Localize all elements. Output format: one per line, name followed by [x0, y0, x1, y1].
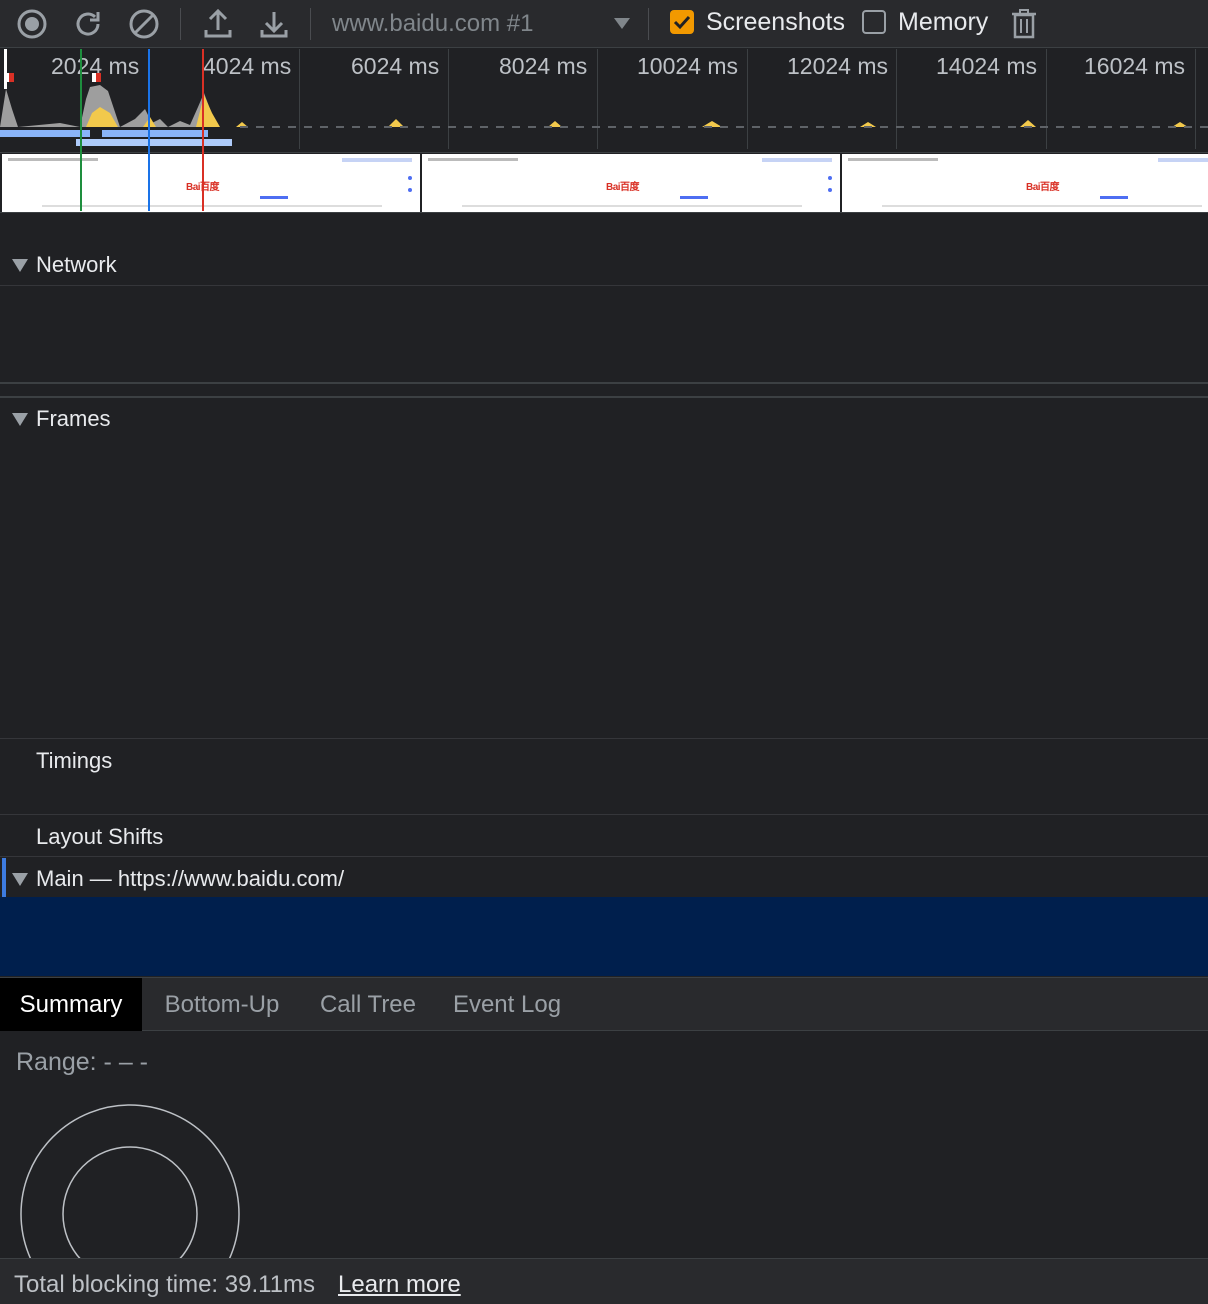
screenshots-strip[interactable]: Bai百度 Bai百度 Bai百度 [0, 152, 1208, 212]
dcl-marker [80, 49, 82, 211]
divider [0, 396, 1208, 398]
divider [0, 856, 1208, 857]
fcp-marker [202, 49, 204, 211]
summary-range: Range: - – - [16, 1048, 149, 1076]
memory-checkbox[interactable] [862, 10, 886, 34]
tab-summary[interactable]: Summary [0, 978, 142, 1031]
details-tabbar: Summary Bottom-Up Call Tree Event Log [0, 977, 1208, 1031]
timings-track-label: Timings [36, 748, 113, 773]
toolbar-divider [180, 8, 181, 40]
trash-icon[interactable] [1004, 4, 1044, 44]
screenshot-thumbnail[interactable]: Bai百度 [840, 154, 1208, 212]
screenshot-thumbnail[interactable]: Bai百度 [420, 154, 840, 212]
network-bar [76, 139, 232, 146]
main-track-label: Main — https://www.baidu.com/ [36, 866, 345, 891]
download-icon[interactable] [254, 4, 294, 44]
reload-icon[interactable] [68, 4, 108, 44]
frames-track-label: Frames [36, 406, 111, 431]
learn-more-link[interactable]: Learn more [338, 1271, 461, 1299]
cpu-graph-scripting [388, 119, 404, 127]
layout-shifts-track-header[interactable]: Layout Shifts [0, 820, 1208, 854]
divider [0, 382, 1208, 384]
tab-event-log[interactable]: Event Log [434, 978, 580, 1031]
main-track-content[interactable] [0, 897, 1208, 976]
checkmark-icon [673, 15, 691, 30]
cpu-activity-graph [0, 49, 1208, 146]
memory-label[interactable]: Memory [898, 8, 988, 37]
layout-shifts-track-label: Layout Shifts [36, 824, 164, 849]
main-track-header[interactable]: Main — https://www.baidu.com/ [0, 862, 1208, 896]
divider [0, 285, 1208, 286]
target-select[interactable]: www.baidu.com #1 [322, 6, 638, 42]
summary-pie-chart [20, 1104, 240, 1260]
pie-inner-ring [62, 1146, 198, 1260]
triangle-expanded-icon[interactable] [12, 259, 28, 272]
record-icon[interactable] [12, 4, 52, 44]
toolbar-divider [648, 8, 649, 40]
upload-icon[interactable] [198, 4, 238, 44]
toolbar: www.baidu.com #1 Screenshots Memory [0, 0, 1208, 48]
target-select-value: www.baidu.com #1 [332, 10, 534, 37]
divider [0, 814, 1208, 815]
baidu-logo: Bai百度 [606, 182, 640, 193]
pie-outer-ring [20, 1104, 240, 1260]
tab-bottom-up[interactable]: Bottom-Up [142, 978, 302, 1031]
screenshots-label[interactable]: Screenshots [706, 8, 845, 37]
load-marker [148, 49, 150, 211]
selection-handle[interactable] [4, 49, 7, 89]
screenshot-thumbnail[interactable]: Bai百度 [0, 154, 420, 212]
timings-track-header[interactable]: Timings [0, 744, 1208, 778]
marker-flag [96, 73, 101, 82]
screenshots-checkbox[interactable] [670, 10, 694, 34]
triangle-expanded-icon[interactable] [12, 413, 28, 426]
network-track-header[interactable]: Network [0, 248, 1208, 282]
baidu-logo: Bai百度 [1026, 182, 1060, 193]
network-track-label: Network [36, 252, 117, 277]
divider [0, 738, 1208, 739]
chevron-down-icon [614, 18, 630, 29]
footer-bar: Total blocking time: 39.11ms Learn more [0, 1258, 1208, 1304]
performance-panel: www.baidu.com #1 Screenshots Memory 2024… [0, 0, 1208, 1304]
network-bar [0, 130, 90, 137]
frames-track-header[interactable]: Frames [0, 402, 1208, 436]
clear-icon[interactable] [124, 4, 164, 44]
total-blocking-time: Total blocking time: 39.11ms [14, 1271, 316, 1298]
cpu-graph-scripting [1020, 120, 1036, 127]
marker-flag [9, 73, 14, 82]
triangle-expanded-icon[interactable] [12, 873, 28, 886]
network-bar [102, 130, 208, 137]
toolbar-divider [310, 8, 311, 40]
timeline-overview[interactable]: 2024 ms 4024 ms 6024 ms 8024 ms 10024 ms… [0, 49, 1208, 213]
tab-call-tree[interactable]: Call Tree [302, 978, 434, 1031]
